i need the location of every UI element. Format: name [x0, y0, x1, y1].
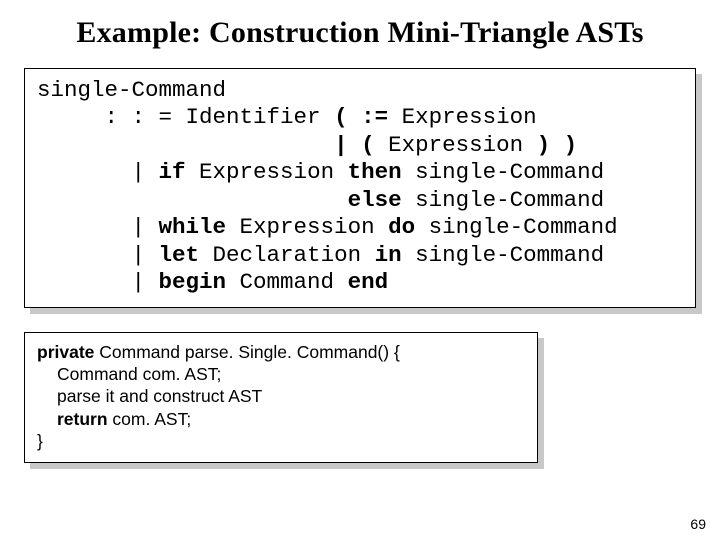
grammar-line: |	[37, 159, 159, 185]
code-box: private Command parse. Single. Command()…	[24, 332, 538, 464]
kw-private: private	[37, 342, 94, 362]
grammar-line: |	[37, 214, 159, 240]
grammar-line: single-Command	[415, 159, 604, 185]
code-line: private Command parse. Single. Command()…	[37, 341, 525, 363]
grammar-line: Command	[240, 269, 348, 295]
grammar-line: single-Command	[37, 77, 226, 103]
grammar-line: single-Command	[415, 242, 604, 268]
grammar-line: single-Command	[429, 214, 618, 240]
slide-title: Example: Construction Mini-Triangle ASTs	[22, 16, 698, 50]
grammar-line: Expression	[240, 214, 389, 240]
grammar-line	[37, 132, 334, 158]
grammar-line: Expression	[388, 132, 537, 158]
code-rest: com. AST;	[108, 409, 192, 429]
code-text: private Command parse. Single. Command()…	[37, 341, 525, 453]
grammar-line: |	[37, 269, 159, 295]
page-number: 69	[690, 516, 706, 532]
grammar-terminal: ( :=	[334, 104, 402, 130]
grammar-terminal: let	[159, 242, 213, 268]
grammar-terminal: if	[159, 159, 200, 185]
grammar-terminal: ) )	[537, 132, 578, 158]
grammar-line: Expression	[402, 104, 537, 130]
grammar-text: single-Command : : = Identifier ( := Exp…	[37, 77, 683, 297]
grammar-terminal: else	[348, 187, 416, 213]
grammar-terminal: do	[388, 214, 429, 240]
grammar-line: Declaration	[213, 242, 375, 268]
grammar-terminal: then	[348, 159, 416, 185]
code-box-inner: private Command parse. Single. Command()…	[24, 332, 538, 464]
code-line: parse it and construct AST	[37, 385, 525, 407]
grammar-line: |	[37, 242, 159, 268]
grammar-box: single-Command : : = Identifier ( := Exp…	[24, 68, 696, 308]
grammar-terminal: | (	[334, 132, 388, 158]
grammar-line: Expression	[199, 159, 348, 185]
code-line: }	[37, 430, 525, 452]
grammar-box-inner: single-Command : : = Identifier ( := Exp…	[24, 68, 696, 308]
grammar-terminal: end	[348, 269, 389, 295]
kw-return: return	[57, 409, 108, 429]
grammar-terminal: in	[375, 242, 416, 268]
grammar-line: single-Command	[415, 187, 604, 213]
code-rest: Command parse. Single. Command() {	[94, 342, 399, 362]
grammar-line: : : = Identifier	[37, 104, 334, 130]
grammar-line	[37, 187, 348, 213]
grammar-terminal: begin	[159, 269, 240, 295]
code-line: Command com. AST;	[37, 363, 525, 385]
grammar-terminal: while	[159, 214, 240, 240]
code-line: return com. AST;	[37, 408, 525, 430]
